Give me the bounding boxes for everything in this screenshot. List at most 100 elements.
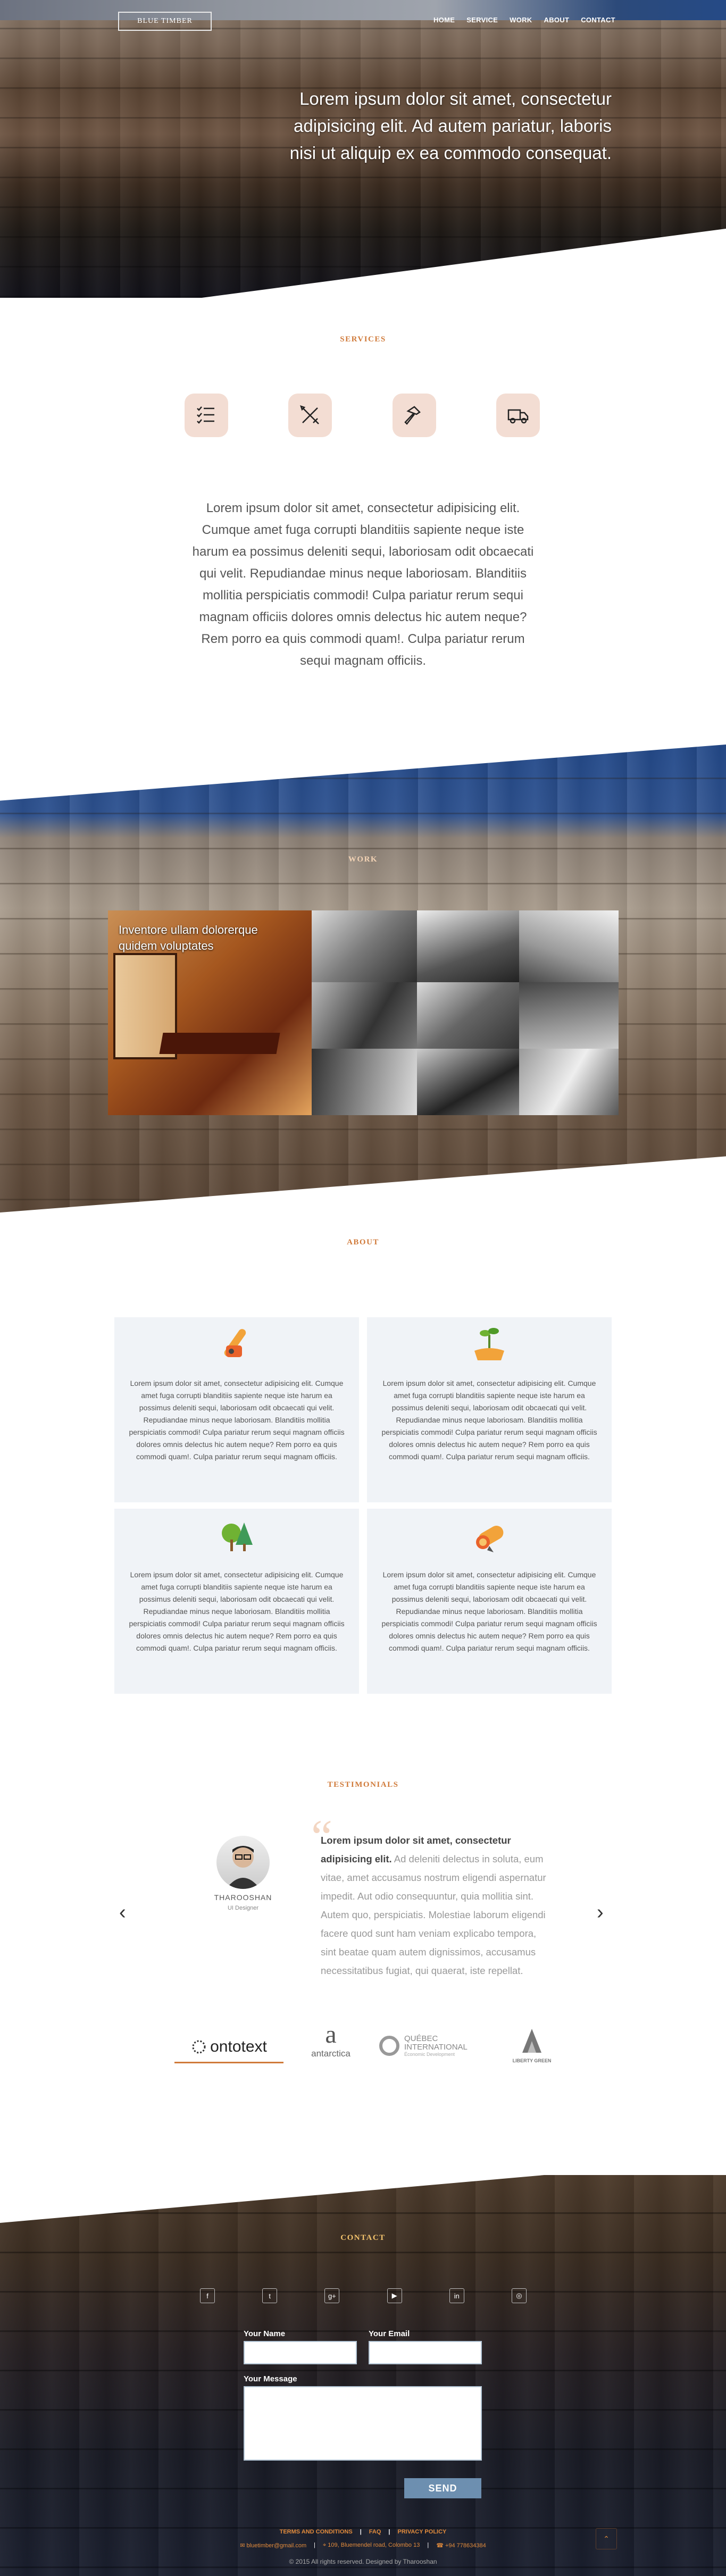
address-info: ⌖ 109, Bluemendel road, Colombo 13	[323, 2542, 420, 2549]
services-description: Lorem ipsum dolor sit amet, consectetur …	[192, 501, 534, 668]
send-button[interactable]: SEND	[404, 2478, 481, 2498]
google-plus-icon[interactable]: g+	[324, 2288, 340, 2303]
work-thumb-9[interactable]	[519, 1049, 619, 1115]
about-card-3: Lorem ipsum dolor sit amet, consectetur …	[114, 1509, 359, 1694]
name-field[interactable]	[244, 2341, 357, 2364]
brand-quebec-label: QUÉBEC INTERNATIONAL	[404, 2034, 468, 2052]
phone-text: +94 778634384	[445, 2542, 486, 2549]
work-thumbnails	[312, 910, 619, 1115]
brand-antarctica-label: antarctica	[311, 2048, 351, 2059]
email-label: Your Email	[369, 2329, 410, 2338]
trees-icon	[215, 1513, 258, 1558]
dribbble-icon[interactable]: ◎	[511, 2288, 527, 2303]
work-title: WORK	[348, 855, 378, 864]
nav-work[interactable]: WORK	[510, 16, 532, 24]
faq-link[interactable]: FAQ	[369, 2529, 381, 2535]
ontotext-logo-icon	[192, 2040, 206, 2053]
about-card-1-text: Lorem ipsum dolor sit amet, consectetur …	[129, 1379, 345, 1461]
work-thumb-5[interactable]	[417, 982, 519, 1049]
name-label: Your Name	[244, 2329, 286, 2338]
copyright: © 2015 All rights reserved. Designed by …	[289, 2558, 437, 2565]
main-nav: HOME SERVICE WORK ABOUT CONTACT	[433, 16, 615, 24]
scroll-to-top-button[interactable]: ⌃	[596, 2528, 617, 2549]
brand-liberty-green[interactable]: LIBERTY GREEN	[508, 2026, 556, 2069]
services-title: SERVICES	[340, 335, 386, 344]
phone-info[interactable]: ☎ +94 778634384	[436, 2542, 486, 2549]
contact-title: CONTACT	[340, 2234, 386, 2242]
testimonials-title: TESTIMONIALS	[327, 1780, 399, 1789]
antarctica-logo-icon: a	[325, 2020, 337, 2048]
testimonial-quote: Lorem ipsum dolor sit amet, consectetur …	[321, 1831, 549, 1980]
testimonial-prev-arrow[interactable]: ‹	[119, 1901, 126, 1924]
email-field[interactable]	[369, 2341, 482, 2364]
address-text: 109, Bluemendel road, Colombo 13	[328, 2542, 420, 2548]
terms-link[interactable]: TERMS AND CONDITIONS	[280, 2529, 353, 2535]
about-card-3-text: Lorem ipsum dolor sit amet, consectetur …	[129, 1570, 345, 1652]
hero-top-stripe	[0, 0, 726, 20]
work-featured-image[interactable]: Inventore ullam dolorerque quidem volupt…	[108, 910, 312, 1115]
hammer-icon[interactable]	[393, 394, 436, 437]
work-thumb-1[interactable]	[312, 910, 417, 982]
work-gallery: Inventore ullam dolorerque quidem volupt…	[108, 910, 619, 1115]
about-card-2-text: Lorem ipsum dolor sit amet, consectetur …	[381, 1379, 597, 1461]
nav-service[interactable]: SERVICE	[466, 16, 498, 24]
chevron-up-icon: ⌃	[603, 2534, 610, 2543]
work-thumb-8[interactable]	[417, 1049, 519, 1115]
testimonial-next-arrow[interactable]: ›	[597, 1901, 604, 1924]
liberty-green-logo-icon	[522, 2029, 541, 2053]
page: BLUE TIMBER HOME SERVICE WORK ABOUT CONT…	[0, 0, 726, 2576]
phone-icon: ☎	[436, 2542, 445, 2549]
message-label: Your Message	[244, 2374, 297, 2383]
twitter-icon[interactable]: t	[262, 2288, 278, 2303]
hero-headline: Lorem ipsum dolor sit amet, consectetur …	[289, 89, 612, 163]
divider: |	[314, 2542, 316, 2548]
checklist-icon[interactable]	[185, 394, 228, 437]
chainsaw-icon	[215, 1322, 258, 1367]
email-info[interactable]: ✉ bluetimber@gmail.com	[240, 2542, 306, 2549]
work-thumb-7[interactable]	[312, 1049, 417, 1115]
delivery-truck-icon[interactable]	[496, 394, 540, 437]
work-thumb-4[interactable]	[312, 982, 417, 1049]
work-thumb-2[interactable]	[417, 910, 519, 982]
brand-liberty-green-label: LIBERTY GREEN	[512, 2058, 552, 2063]
quebec-logo-icon	[379, 2036, 399, 2056]
youtube-icon[interactable]: ▶	[387, 2288, 402, 2303]
work-caption: Inventore ullam dolorerque quidem volupt…	[119, 923, 258, 952]
divider: |	[360, 2529, 362, 2535]
brand-quebec[interactable]: QUÉBEC INTERNATIONAL Économic Developmen…	[379, 2027, 490, 2064]
testimonial-name: THAROOSHAN	[214, 1893, 272, 1902]
about-card-2: Lorem ipsum dolor sit amet, consectetur …	[367, 1317, 612, 1502]
message-field[interactable]	[244, 2386, 482, 2461]
about-card-4: Lorem ipsum dolor sit amet, consectetur …	[367, 1509, 612, 1694]
privacy-link[interactable]: PRIVACY POLICY	[397, 2529, 446, 2535]
linkedin-icon[interactable]: in	[449, 2288, 464, 2303]
testimonial-role: UI Designer	[227, 1905, 259, 1911]
brand-quebec-sub: Économic Development	[404, 2052, 455, 2057]
table-shape	[159, 1033, 280, 1054]
plant-in-hand-icon	[468, 1322, 511, 1367]
brand-ontotext[interactable]: ontotext	[174, 2031, 283, 2063]
about-card-4-text: Lorem ipsum dolor sit amet, consectetur …	[381, 1570, 597, 1652]
location-icon: ⌖	[323, 2542, 328, 2548]
avatar	[216, 1836, 270, 1889]
work-thumb-6[interactable]	[519, 982, 619, 1049]
email-text: bluetimber@gmail.com	[246, 2542, 307, 2549]
divider: |	[388, 2529, 390, 2535]
nav-home[interactable]: HOME	[433, 16, 455, 24]
brand-antarctica[interactable]: a antarctica	[299, 2021, 363, 2069]
testimonial-quote-rest: Ad deleniti delectus in soluta, eum vita…	[321, 1853, 546, 1976]
log-icon	[468, 1513, 511, 1558]
social-links: f t g+ ▶ in ◎	[200, 2288, 527, 2303]
footer-contact-info: ✉ bluetimber@gmail.com | ⌖ 109, Bluemend…	[0, 2542, 726, 2549]
tools-icon[interactable]	[288, 394, 332, 437]
brand-ontotext-label: ontotext	[210, 2037, 267, 2055]
mail-icon: ✉	[240, 2542, 247, 2549]
nav-about[interactable]: ABOUT	[544, 16, 570, 24]
divider: |	[427, 2542, 429, 2548]
work-thumb-3[interactable]	[519, 910, 619, 982]
about-card-1: Lorem ipsum dolor sit amet, consectetur …	[114, 1317, 359, 1502]
nav-contact[interactable]: CONTACT	[581, 16, 615, 24]
facebook-icon[interactable]: f	[200, 2288, 215, 2303]
about-title: ABOUT	[347, 1238, 379, 1247]
site-logo[interactable]: BLUE TIMBER	[118, 12, 212, 31]
